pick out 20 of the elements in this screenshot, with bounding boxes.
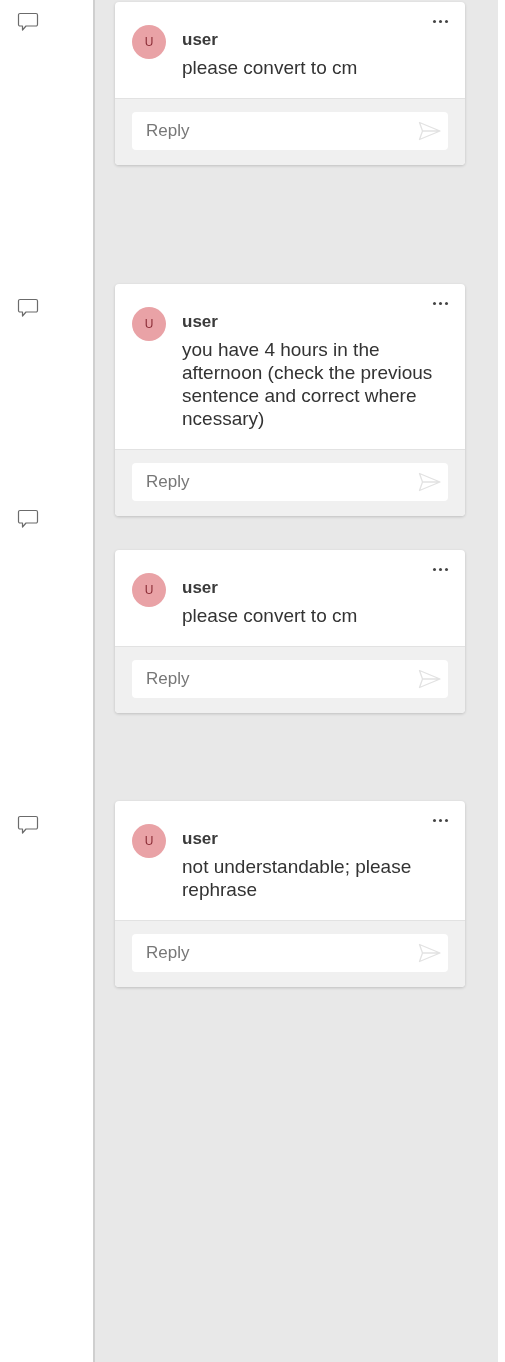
author-name: user: [182, 312, 219, 332]
author-name: user: [182, 578, 219, 598]
author-name: user: [182, 829, 219, 849]
reply-field[interactable]: Reply: [132, 112, 448, 150]
comment-icon[interactable]: [17, 298, 39, 318]
comment-text: please convert to cm: [182, 604, 359, 627]
comment-icon[interactable]: [17, 815, 39, 835]
comment-icon[interactable]: [17, 12, 39, 32]
user-avatar: U: [132, 307, 166, 341]
reply-field[interactable]: Reply: [132, 934, 448, 972]
comment-icon[interactable]: [17, 509, 39, 529]
user-avatar: U: [132, 25, 166, 59]
comment-text: you have 4 hours in the afternoon (check the previous sentence and correct where ncessary): [182, 338, 434, 430]
user-avatar: U: [132, 824, 166, 858]
comment-text: not understandable; please rephrase: [182, 855, 413, 901]
comment-text: please convert to cm: [182, 56, 359, 79]
reply-field[interactable]: Reply: [132, 463, 448, 501]
reply-field[interactable]: Reply: [132, 660, 448, 698]
user-avatar: U: [132, 573, 166, 607]
author-name: user: [182, 30, 219, 50]
